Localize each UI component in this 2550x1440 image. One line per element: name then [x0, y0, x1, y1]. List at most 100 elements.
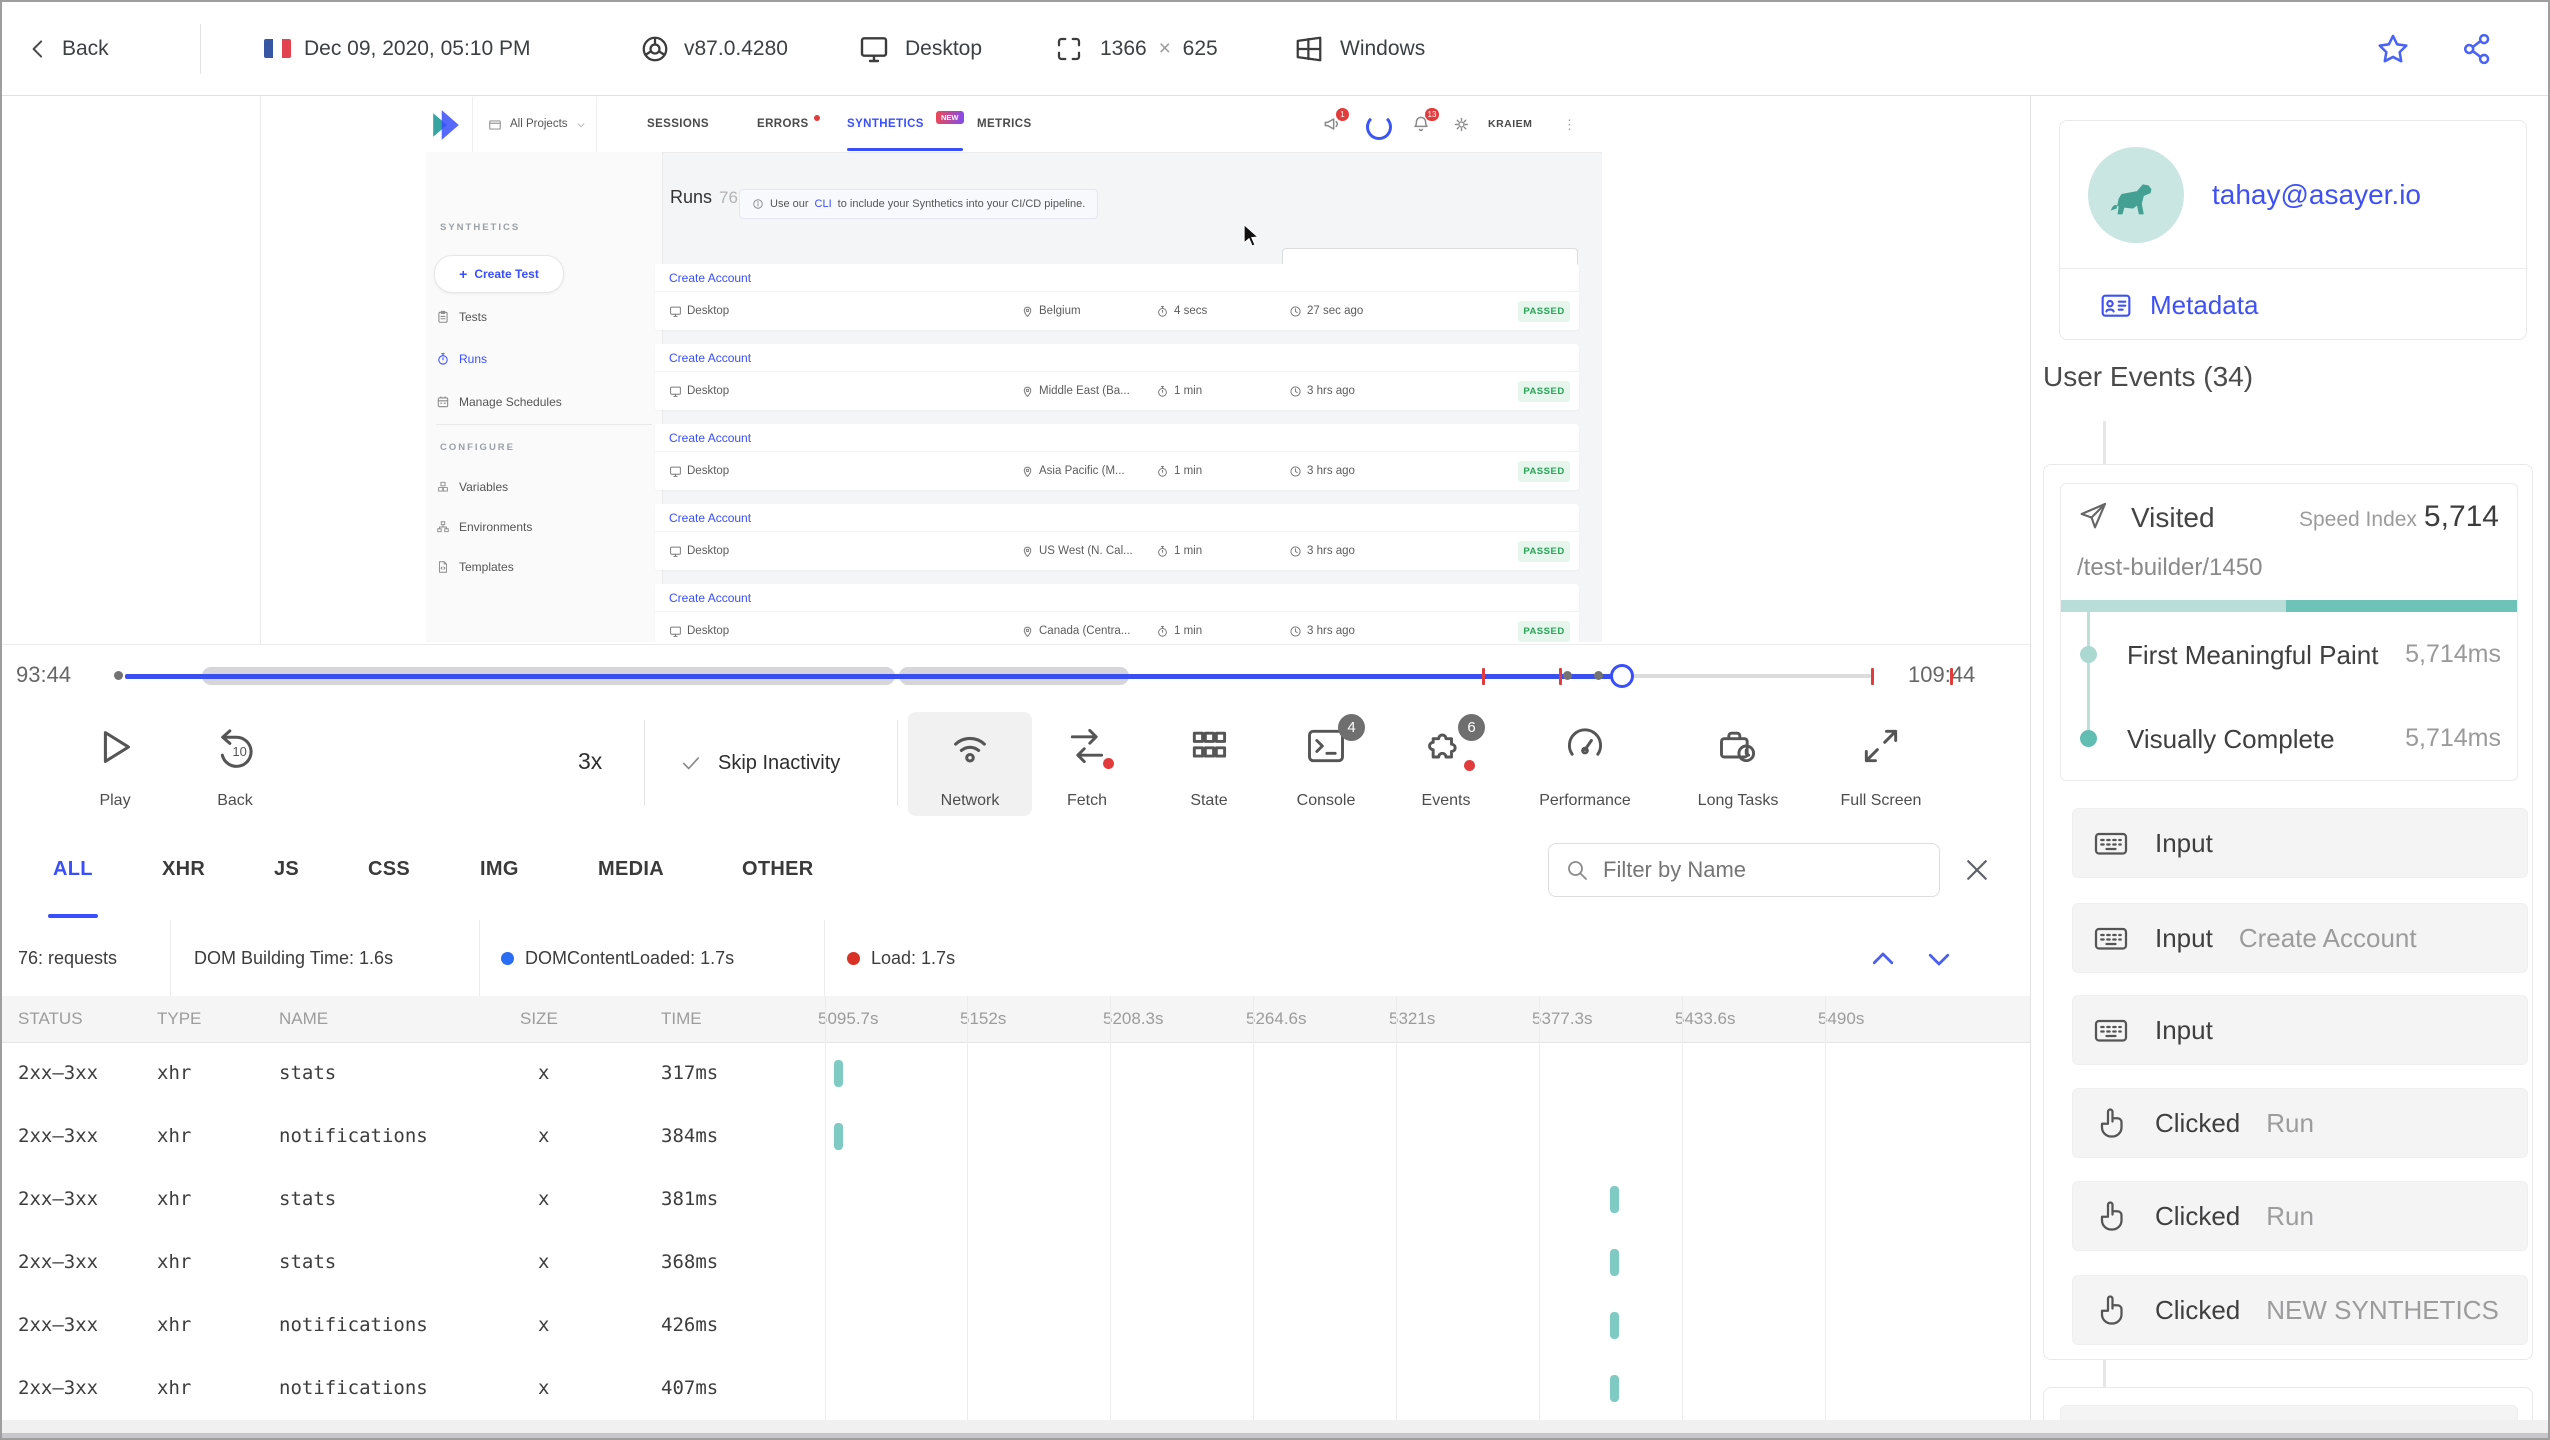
back-10s-button[interactable]: 10 Back — [175, 712, 295, 816]
event-input[interactable]: Input — [2072, 808, 2528, 878]
tab-all[interactable]: ALL — [53, 822, 93, 917]
status-badge: PASSED — [1518, 541, 1570, 562]
run-duration: 4 secs — [1156, 292, 1207, 330]
error-marker — [1559, 668, 1562, 685]
window-bottom-edge — [2, 1433, 2548, 1438]
request-row[interactable]: 2xx–3xx xhr stats x 317ms — [2, 1042, 2030, 1105]
filter-box — [1548, 843, 1940, 897]
load-time: Load: 1.7s — [871, 948, 956, 968]
play-button[interactable]: Play — [55, 712, 175, 816]
request-row[interactable]: 2xx–3xx xhr notifications x 407ms — [2, 1357, 2030, 1420]
stopwatch-icon — [1156, 545, 1169, 558]
run-device: Desktop — [669, 612, 729, 642]
tab-css[interactable]: CSS — [368, 822, 410, 917]
fmp-value: 5,714ms — [2405, 640, 2501, 668]
time-total: 109:44 — [1908, 662, 1976, 687]
jump-up-icon[interactable] — [1868, 944, 1898, 974]
tab-img[interactable]: IMG — [480, 822, 519, 917]
request-row[interactable]: 2xx–3xx xhr stats x 381ms — [2, 1168, 2030, 1231]
pin-icon — [1021, 385, 1034, 398]
visited-card[interactable]: Visited Speed Index 5,714 /test-builder/… — [2060, 483, 2518, 781]
filter-input[interactable] — [1601, 856, 1905, 884]
panel-network[interactable]: Network — [908, 712, 1032, 816]
request-row[interactable]: 2xx–3xx xhr notifications x 384ms — [2, 1105, 2030, 1168]
run-when: 3 hrs ago — [1289, 452, 1355, 490]
runs-page-title: Runs — [670, 187, 713, 207]
metadata-button[interactable]: Metadata — [2100, 289, 2258, 321]
network-stats-bar: 76: requests DOM Building Time: 1.6s DOM… — [2, 920, 2030, 997]
pin-icon — [1021, 545, 1034, 558]
tab-other[interactable]: OTHER — [742, 822, 814, 917]
pin-icon — [1021, 305, 1034, 318]
clipboard-icon — [436, 310, 450, 324]
country-flag-france — [264, 39, 291, 58]
skip-inactivity-toggle[interactable]: Skip Inactivity — [680, 704, 840, 822]
full-screen-button[interactable]: Full Screen — [1821, 712, 1941, 816]
dom-building-time: DOM Building Time: 1.6s — [194, 948, 394, 968]
app-nav-bar: All Projects SESSIONS ERRORS SYNTHETICS … — [426, 97, 1602, 153]
os-name: Windows — [1340, 37, 1426, 60]
monitor-icon — [669, 305, 682, 318]
timeline-track[interactable] — [112, 664, 1953, 688]
monitor-icon — [669, 385, 682, 398]
run-card: Create Account Desktop Belgium 4 secs 27… — [655, 264, 1579, 330]
runs-count: 76 — [719, 188, 738, 207]
monitor-icon — [858, 33, 890, 65]
bell-badge: 13 — [1425, 108, 1439, 121]
panel-console[interactable]: 4 Console — [1266, 712, 1386, 816]
favorite-star-icon[interactable] — [2376, 32, 2410, 66]
panel-fetch[interactable]: Fetch — [1027, 712, 1147, 816]
chevron-down-icon — [574, 118, 588, 132]
run-title: Create Account — [669, 511, 752, 525]
stopwatch-icon — [1156, 385, 1169, 398]
speed-index-label: Speed Index — [2299, 508, 2417, 531]
user-email[interactable]: tahay@asayer.io — [2212, 179, 2421, 211]
replayed-app-screenshot: All Projects SESSIONS ERRORS SYNTHETICS … — [426, 97, 1602, 642]
event-clicked[interactable]: Clicked Run — [2072, 1181, 2528, 1251]
status-badge: PASSED — [1518, 301, 1570, 322]
request-row[interactable]: 2xx–3xx xhr notifications x 426ms — [2, 1294, 2030, 1357]
network-table-header: STATUS TYPE NAME SIZE TIME 5095.7s 5152s… — [2, 996, 2030, 1043]
jump-down-icon[interactable] — [1924, 944, 1954, 974]
hand-pointer-icon — [2093, 1292, 2129, 1328]
panel-performance[interactable]: Performance — [1525, 712, 1645, 816]
run-title: Create Account — [669, 351, 752, 365]
share-icon[interactable] — [2460, 32, 2494, 66]
request-row[interactable]: 2xx–3xx xhr stats x 368ms — [2, 1231, 2030, 1294]
player-controls: Play 10 Back 3x Skip Inactivity Network … — [2, 704, 2030, 823]
back-button[interactable]: Back — [26, 2, 109, 95]
run-device: Desktop — [669, 292, 729, 330]
run-card: Create Account Desktop Middle East (Ba..… — [655, 344, 1579, 410]
synthetics-underline — [847, 148, 963, 151]
panel-long-tasks[interactable]: Long Tasks — [1678, 712, 1798, 816]
run-device: Desktop — [669, 532, 729, 570]
run-when: 3 hrs ago — [1289, 612, 1355, 642]
event-input[interactable]: Input — [2072, 995, 2528, 1065]
session-start-dot — [114, 671, 123, 680]
clock-icon — [1289, 385, 1302, 398]
close-panel-icon[interactable] — [1962, 855, 1992, 885]
panel-state[interactable]: State — [1149, 712, 1269, 816]
event-clicked[interactable]: Clicked Run — [2072, 1088, 2528, 1158]
chrome-icon — [640, 34, 670, 64]
panel-events[interactable]: 6 Events — [1386, 712, 1506, 816]
tab-media[interactable]: MEDIA — [598, 822, 664, 917]
template-icon — [436, 560, 450, 574]
tab-xhr[interactable]: XHR — [162, 822, 205, 917]
windows-icon — [1294, 34, 1324, 64]
request-waterfall-bar — [1610, 1249, 1619, 1276]
app-tab-errors: ERRORS — [757, 118, 809, 130]
app-sidebar: SYNTHETICS + Create Test Tests Runs Mana… — [426, 152, 663, 642]
col-time: TIME — [661, 1009, 702, 1028]
event-input[interactable]: Input Create Account — [2072, 903, 2528, 973]
monitor-icon — [669, 625, 682, 638]
sidebar-divider — [436, 424, 652, 425]
playhead[interactable] — [1610, 664, 1634, 688]
tab-js[interactable]: JS — [274, 822, 299, 917]
event-clicked[interactable]: Clicked NEW SYNTHETICS — [2072, 1275, 2528, 1345]
back-label: Back — [62, 37, 109, 60]
visited-url: /test-builder/1450 — [2077, 554, 2263, 581]
speed-toggle[interactable]: 3x — [578, 748, 602, 775]
tab-all-underline — [48, 914, 98, 918]
pin-icon — [1021, 465, 1034, 478]
